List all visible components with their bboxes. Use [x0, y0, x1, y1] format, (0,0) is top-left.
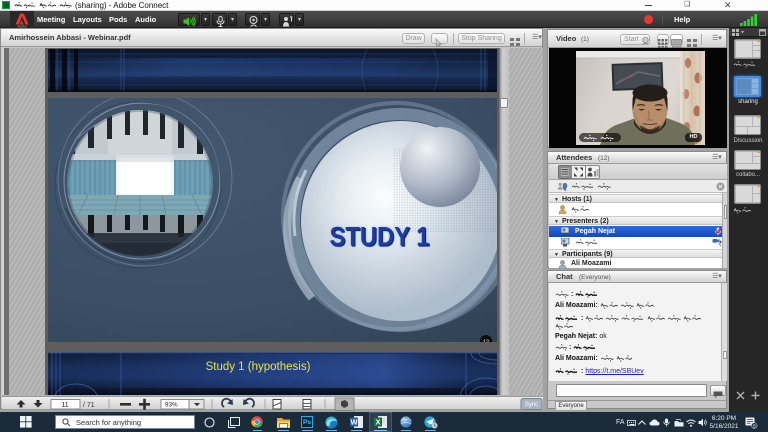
svg-text:Sync: Sync — [525, 402, 538, 408]
svg-text:X: X — [375, 418, 380, 427]
svg-text:S: S — [753, 423, 756, 428]
svg-text:93%: 93% — [165, 402, 178, 409]
svg-text:12: 12 — [483, 340, 489, 343]
svg-text:W: W — [350, 418, 358, 427]
svg-text:11: 11 — [61, 402, 68, 409]
svg-text:STUDY 1: STUDY 1 — [330, 222, 430, 252]
svg-text:/ 71: / 71 — [83, 402, 95, 409]
